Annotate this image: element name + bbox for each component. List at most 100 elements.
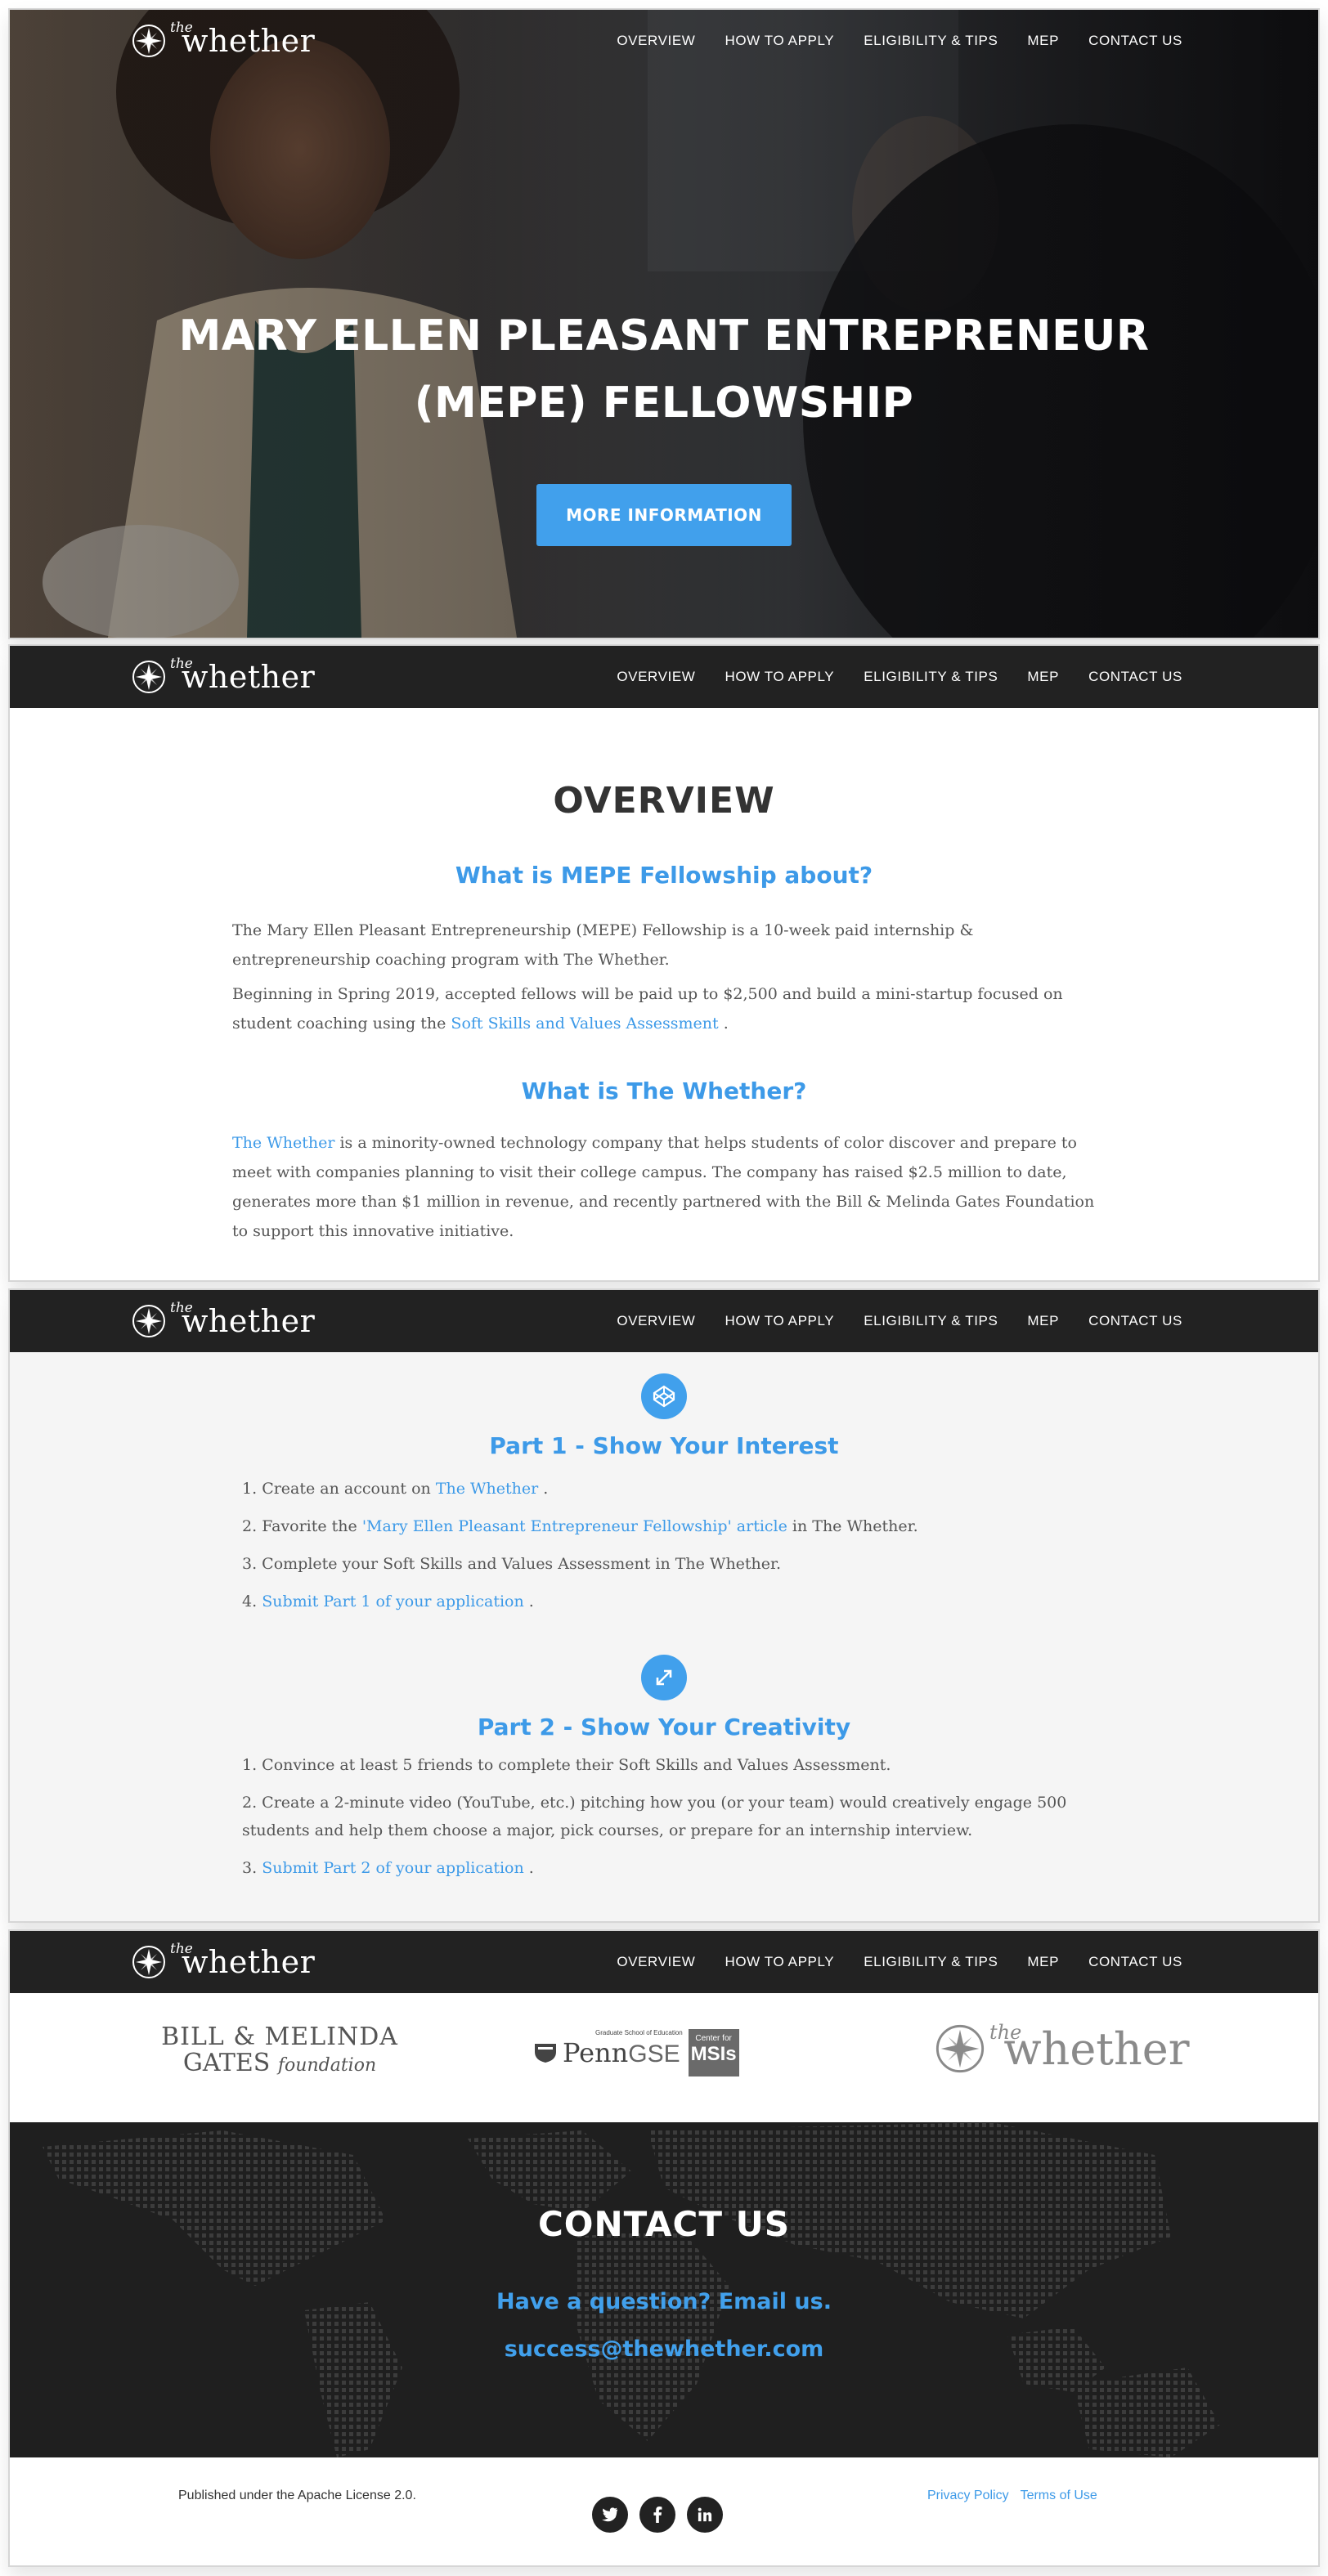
- step-end: in The Whether.: [792, 1517, 918, 1535]
- whether-description-text: is a minority-owned technology company t…: [232, 1134, 1095, 1240]
- list-item: 2. Create a 2-minute video (YouTube, etc…: [242, 1794, 1067, 1839]
- gates-logo-line2-wrap: GATES foundation: [157, 2050, 402, 2079]
- site-logo[interactable]: the whether: [131, 20, 315, 59]
- nav-overview[interactable]: OVERVIEW: [617, 1313, 695, 1329]
- overview-screen: the whether OVERVIEW HOW TO APPLY ELIGIB…: [8, 644, 1320, 1282]
- terms-of-use-link[interactable]: Terms of Use: [1021, 2489, 1097, 2503]
- nav-how-to-apply[interactable]: HOW TO APPLY: [725, 1954, 834, 1970]
- nav-contact-us[interactable]: CONTACT US: [1088, 1954, 1182, 1970]
- top-navbar: the whether OVERVIEW HOW TO APPLY ELIGIB…: [10, 1290, 1318, 1352]
- penn-text-wrap: Graduate School of Education PennGSE: [563, 2029, 683, 2068]
- part1-heading: Part 1 - Show Your Interest: [489, 1432, 839, 1459]
- logo-the-text: the: [170, 1300, 193, 1316]
- nav-overview[interactable]: OVERVIEW: [617, 33, 695, 49]
- nav-how-to-apply[interactable]: HOW TO APPLY: [725, 1313, 834, 1329]
- twitter-icon[interactable]: [592, 2497, 628, 2533]
- facebook-icon[interactable]: [639, 2497, 675, 2533]
- nav-links: OVERVIEW HOW TO APPLY ELIGIBILITY & TIPS…: [617, 1313, 1182, 1329]
- nav-contact-us[interactable]: CONTACT US: [1088, 33, 1182, 49]
- contact-question: Have a question? Email us.: [496, 2289, 832, 2314]
- penn-gse-text: GSE: [628, 2041, 680, 2068]
- create-account-link[interactable]: The Whether: [436, 1480, 538, 1498]
- nav-mep[interactable]: MEP: [1027, 669, 1059, 685]
- hero-title: MARY ELLEN PLEASANT ENTREPRENEUR (MEPE) …: [10, 302, 1318, 437]
- gates-foundation-logo: BILL & MELINDA GATES foundation: [157, 2024, 402, 2079]
- nav-links: OVERVIEW HOW TO APPLY ELIGIBILITY & TIPS…: [617, 669, 1182, 685]
- nav-how-to-apply[interactable]: HOW TO APPLY: [725, 669, 834, 685]
- list-item: 2. Favorite the 'Mary Ellen Pleasant Ent…: [242, 1508, 1084, 1545]
- penn-gse-logo: Graduate School of Education PennGSE Cen…: [533, 2029, 739, 2076]
- penn-main-text: Penn: [563, 2037, 629, 2068]
- part1-steps: 1. Create an account on The Whether . 2.…: [242, 1470, 1084, 1620]
- compass-star-icon: [132, 25, 165, 57]
- social-links: [592, 2497, 723, 2533]
- msi-main-text: MSIs: [690, 2043, 737, 2065]
- step-number: 4.: [242, 1593, 258, 1611]
- submit-part1-link[interactable]: Submit Part 1 of your application: [262, 1593, 524, 1611]
- logo-the-text: the: [170, 656, 193, 672]
- site-logo[interactable]: the whether: [131, 1300, 315, 1339]
- nav-eligibility-tips[interactable]: ELIGIBILITY & TIPS: [864, 33, 998, 49]
- top-navbar: the whether OVERVIEW HOW TO APPLY ELIGIB…: [10, 10, 1318, 72]
- nav-contact-us[interactable]: CONTACT US: [1088, 669, 1182, 685]
- privacy-policy-link[interactable]: Privacy Policy: [927, 2489, 1009, 2503]
- codepen-cube-icon: [641, 1373, 687, 1419]
- gates-logo-line3: foundation: [277, 2055, 377, 2076]
- gates-logo-line2: GATES: [182, 2049, 271, 2077]
- more-information-button[interactable]: MORE INFORMATION: [536, 484, 792, 546]
- logo-the-text: the: [170, 20, 193, 36]
- nav-mep[interactable]: MEP: [1027, 1954, 1059, 1970]
- compass-star-icon: [132, 661, 165, 693]
- top-navbar: the whether OVERVIEW HOW TO APPLY ELIGIB…: [10, 1931, 1318, 1993]
- msi-small-text: Center for: [695, 2034, 732, 2043]
- whether-partner-logo: the whether: [934, 2021, 1190, 2075]
- whether-description: The Whether is a minority-owned technolo…: [232, 1128, 1107, 1246]
- overview-heading: OVERVIEW: [553, 780, 775, 822]
- list-item: 3. Complete your Soft Skills and Values …: [242, 1555, 782, 1573]
- partner-logo-the-text: the: [989, 2021, 1022, 2044]
- contact-email-link[interactable]: success@thewhether.com: [10, 2336, 1318, 2362]
- the-whether-link[interactable]: The Whether: [232, 1134, 334, 1152]
- partner-logo-whether-text: whether: [1003, 2023, 1190, 2075]
- soft-skills-link[interactable]: Soft Skills and Values Assessment: [451, 1015, 718, 1033]
- gates-logo-line1: BILL & MELINDA: [161, 2023, 398, 2051]
- submit-part2-link[interactable]: Submit Part 2 of your application: [262, 1859, 524, 1877]
- nav-overview[interactable]: OVERVIEW: [617, 669, 695, 685]
- license-text: Published under the Apache License 2.0.: [178, 2489, 416, 2502]
- site-logo[interactable]: the whether: [131, 656, 315, 695]
- nav-eligibility-tips[interactable]: ELIGIBILITY & TIPS: [864, 669, 998, 685]
- step-end: .: [528, 1859, 534, 1877]
- legal-links: Privacy Policy Terms of Use: [927, 2489, 1097, 2503]
- step-number: 1.: [242, 1480, 258, 1498]
- nav-contact-us[interactable]: CONTACT US: [1088, 1313, 1182, 1329]
- step-end: .: [528, 1593, 534, 1611]
- linkedin-icon[interactable]: [687, 2497, 723, 2533]
- payment-end: .: [723, 1015, 729, 1033]
- site-logo[interactable]: the whether: [131, 1941, 316, 1980]
- hero-title-line2: (MEPE) FELLOWSHIP: [414, 379, 914, 428]
- logo-whether-text: whether: [181, 1944, 316, 1980]
- step-number: 3.: [242, 1859, 258, 1877]
- whether-about-heading: What is The Whether?: [521, 1077, 807, 1104]
- contact-screen: the whether OVERVIEW HOW TO APPLY ELIGIB…: [8, 1929, 1320, 2567]
- part2-heading: Part 2 - Show Your Creativity: [477, 1714, 851, 1740]
- step-end: .: [543, 1480, 549, 1498]
- logo-the-text: the: [170, 1941, 193, 1957]
- fellowship-article-link[interactable]: 'Mary Ellen Pleasant Entrepreneur Fellow…: [362, 1517, 787, 1535]
- footer: Published under the Apache License 2.0. …: [10, 2457, 1318, 2565]
- partners-strip: BILL & MELINDA GATES foundation Graduate…: [10, 1993, 1318, 2122]
- nav-eligibility-tips[interactable]: ELIGIBILITY & TIPS: [864, 1313, 998, 1329]
- nav-overview[interactable]: OVERVIEW: [617, 1954, 695, 1970]
- msi-badge: Center for MSIs: [688, 2029, 739, 2076]
- contact-heading: CONTACT US: [537, 2204, 791, 2244]
- nav-links: OVERVIEW HOW TO APPLY ELIGIBILITY & TIPS…: [617, 33, 1182, 49]
- expand-arrows-icon: [641, 1655, 687, 1700]
- compass-star-icon: [132, 1946, 165, 1978]
- mepe-payment-paragraph: Beginning in Spring 2019, accepted fello…: [232, 979, 1107, 1038]
- nav-how-to-apply[interactable]: HOW TO APPLY: [725, 33, 834, 49]
- list-item: 1. Create an account on The Whether .: [242, 1470, 1084, 1508]
- nav-mep[interactable]: MEP: [1027, 1313, 1059, 1329]
- nav-eligibility-tips[interactable]: ELIGIBILITY & TIPS: [864, 1954, 998, 1970]
- mepe-about-heading: What is MEPE Fellowship about?: [455, 862, 873, 889]
- nav-mep[interactable]: MEP: [1027, 33, 1059, 49]
